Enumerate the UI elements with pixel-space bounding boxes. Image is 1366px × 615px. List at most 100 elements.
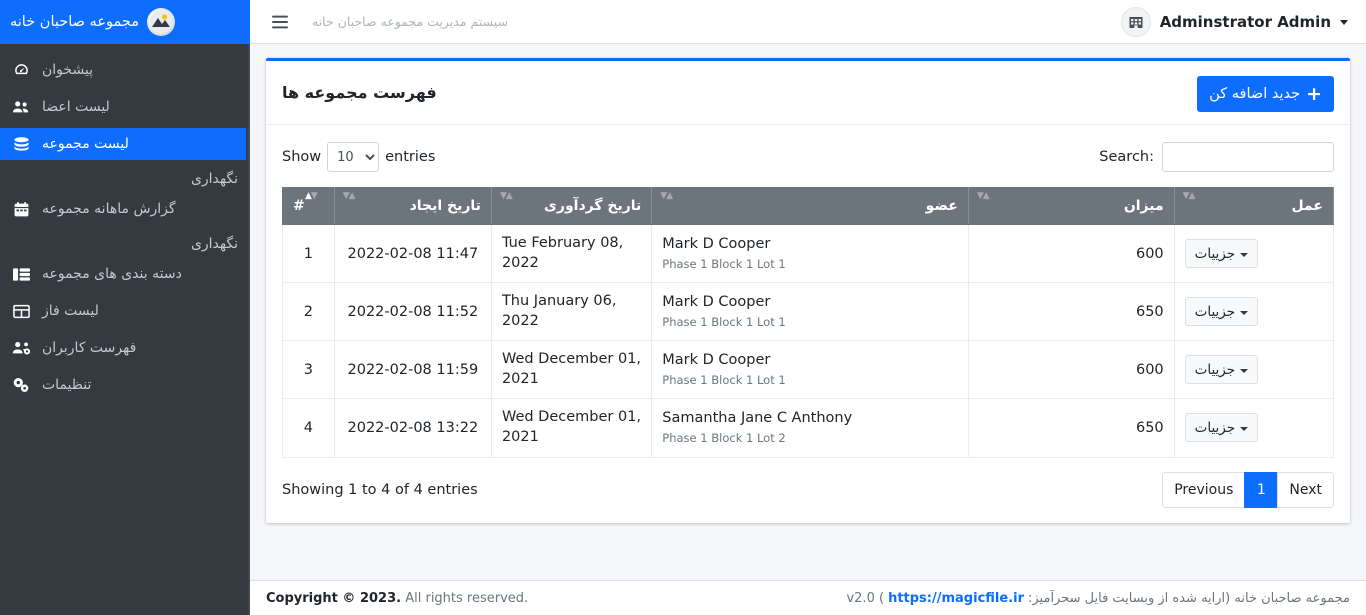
page-footer: Copyright © 2023. All rights reserved. )…: [250, 580, 1366, 615]
sidebar-item-monthly-report[interactable]: گزارش ماهانه مجموعه: [0, 193, 250, 225]
pagination: Previous 1 Next: [1162, 471, 1334, 508]
member-name: Samantha Jane C Anthony: [662, 410, 853, 427]
plus-icon: +: [1306, 82, 1322, 105]
member-name: Mark D Cooper: [662, 294, 771, 311]
coins-icon: [10, 135, 32, 153]
cell-action: جزییات: [1173, 223, 1335, 284]
list-grid-icon: [10, 265, 32, 283]
datatable-controls: Show 10 25 50 100 entries Search:: [282, 139, 1334, 175]
cell-member: Mark D Cooper Phase 1 Block 1 Lot 1: [651, 282, 969, 342]
pagination-next[interactable]: Next: [1277, 471, 1334, 508]
gears-icon: [10, 376, 32, 394]
cell-action: جزییات: [1173, 398, 1335, 458]
topbar-title: سیستم مدیریت مجموعه صاحبان خانه: [312, 14, 509, 29]
show-label: Show: [282, 149, 322, 165]
sidebar-item-collection-list[interactable]: لیست مجموعه: [0, 128, 250, 160]
pagination-page-1[interactable]: 1: [1244, 471, 1279, 508]
details-button-label: جزییات: [1194, 361, 1236, 378]
cell-member: Mark D Cooper Phase 1 Block 1 Lot 1: [651, 223, 969, 284]
details-button[interactable]: جزییات: [1184, 413, 1259, 443]
cell-member: Samantha Jane C Anthony Phase 1 Block 1 …: [651, 398, 969, 458]
column-header-amount[interactable]: ▲▼ میزان: [967, 187, 1175, 225]
column-header-action[interactable]: ▲▼ عمل: [1173, 187, 1335, 225]
cell-created: 2022-02-08 11:47: [333, 223, 492, 284]
sort-updown-icon: ▲▼: [660, 191, 673, 201]
user-menu[interactable]: Adminstrator Admin: [1120, 6, 1348, 37]
cell-created: 2022-02-08 11:59: [333, 340, 492, 400]
sidebar-item-collection-categories[interactable]: دسته بندی های مجموعه: [0, 258, 250, 290]
cell-collected: Thu January 06, 2022: [490, 282, 653, 342]
sidebar-item-label: گزارش ماهانه مجموعه: [42, 201, 176, 217]
cell-num: 1: [282, 223, 335, 284]
sidebar-item-phase-list[interactable]: لیست فاز: [0, 295, 250, 327]
sidebar-item-label: لیست فاز: [42, 303, 99, 319]
column-label: عمل: [1291, 198, 1323, 214]
cell-num: 2: [282, 282, 335, 342]
table-icon: [10, 302, 32, 320]
caret-down-icon: [1240, 310, 1249, 315]
house-logo-icon: [146, 7, 175, 36]
datatable-footer: Showing 1 to 4 of 4 entries Previous 1 N…: [282, 467, 1334, 513]
cell-created: 2022-02-08 11:52: [333, 282, 492, 342]
cell-num: 4: [282, 398, 335, 458]
column-header-created[interactable]: ▲▼ تاریخ ایجاد: [333, 187, 492, 225]
top-navbar: سیستم مدیریت مجموعه صاحبان خانه Adminstr…: [250, 0, 1366, 44]
entries-select[interactable]: 10 25 50 100: [327, 142, 380, 172]
cell-created: 2022-02-08 13:22: [333, 398, 492, 458]
caret-down-icon: [1340, 20, 1348, 25]
details-button[interactable]: جزییات: [1184, 355, 1259, 385]
sort-updown-icon: ▲▼: [1182, 191, 1196, 201]
cell-amount: 650: [967, 398, 1175, 458]
cell-amount: 650: [967, 282, 1175, 342]
entries-info: Showing 1 to 4 of 4 entries: [282, 481, 478, 498]
collections-table: ▲▼ # ▲▼ تاریخ ایجاد ▲▼ تاریخ گردآوری ▲▼ …: [282, 187, 1335, 458]
add-new-button[interactable]: جدید اضافه کن +: [1197, 76, 1334, 112]
details-button-label: جزییات: [1194, 245, 1236, 262]
column-header-collected[interactable]: ▲▼ تاریخ گردآوری: [490, 187, 653, 225]
sidebar-item-label: دسته بندی های مجموعه: [42, 266, 182, 282]
table-header-row: ▲▼ # ▲▼ تاریخ ایجاد ▲▼ تاریخ گردآوری ▲▼ …: [282, 187, 1335, 225]
sidebar-brand-label: مجموعه صاحبان خانه: [10, 13, 139, 30]
sidebar-item-users-list[interactable]: فهرست کاربران: [0, 332, 250, 364]
entries-label: entries: [385, 149, 436, 165]
column-header-num[interactable]: ▲▼ #: [282, 187, 335, 225]
cell-collected: Wed December 01, 2021: [490, 340, 653, 400]
search-control: Search:: [1099, 142, 1334, 172]
member-name: Mark D Cooper: [662, 352, 771, 369]
sidebar-item-members[interactable]: لیست اعضا: [0, 91, 250, 123]
column-label: #: [293, 198, 305, 214]
search-input[interactable]: [1162, 142, 1334, 172]
cell-member: Mark D Cooper Phase 1 Block 1 Lot 1: [651, 340, 969, 400]
page-title: فهرست مجموعه ها: [282, 83, 437, 102]
sidebar: مجموعه صاحبان خانه پیشخوان لیست اعضا لیس…: [0, 0, 250, 615]
sidebar-section-header-1: نگهداری: [190, 171, 238, 187]
magicfile-link[interactable]: https://magicfile.ir: [888, 591, 1024, 606]
column-header-member[interactable]: ▲▼ عضو: [651, 187, 969, 225]
caret-down-icon: [1240, 368, 1249, 373]
footer-version: ) v2.0: [846, 590, 885, 606]
copyright-rest: All rights reserved.: [405, 590, 529, 606]
sidebar-nav: پیشخوان لیست اعضا لیست مجموعه نگهداری گز…: [0, 44, 250, 401]
column-label: میزان: [1123, 198, 1164, 214]
details-button[interactable]: جزییات: [1184, 297, 1259, 327]
sidebar-edge: [246, 44, 250, 615]
collections-card: فهرست مجموعه ها جدید اضافه کن + Show 10 …: [266, 58, 1350, 523]
sidebar-item-settings[interactable]: تنظیمات: [0, 369, 250, 401]
sidebar-brand[interactable]: مجموعه صاحبان خانه: [0, 0, 250, 44]
hamburger-icon[interactable]: [262, 7, 298, 37]
entries-length-control: Show 10 25 50 100 entries: [282, 142, 435, 172]
pagination-previous[interactable]: Previous: [1162, 471, 1246, 508]
column-label: تاریخ گردآوری: [544, 198, 642, 214]
copyright: Copyright © 2023. All rights reserved.: [266, 591, 528, 606]
sort-updown-icon: ▲▼: [976, 191, 990, 201]
cell-collected: Tue February 08, 2022: [490, 223, 653, 284]
table-head: ▲▼ # ▲▼ تاریخ ایجاد ▲▼ تاریخ گردآوری ▲▼ …: [282, 187, 1335, 225]
details-button-label: جزییات: [1194, 419, 1236, 436]
cell-amount: 600: [967, 223, 1175, 284]
caret-down-icon: [1240, 426, 1249, 431]
details-button[interactable]: جزییات: [1184, 239, 1259, 269]
sort-updown-icon: ▲▼: [305, 191, 318, 201]
sidebar-item-dashboard[interactable]: پیشخوان: [0, 54, 250, 86]
member-location: Phase 1 Block 1 Lot 2: [662, 431, 786, 446]
dashboard-icon: [10, 61, 32, 79]
